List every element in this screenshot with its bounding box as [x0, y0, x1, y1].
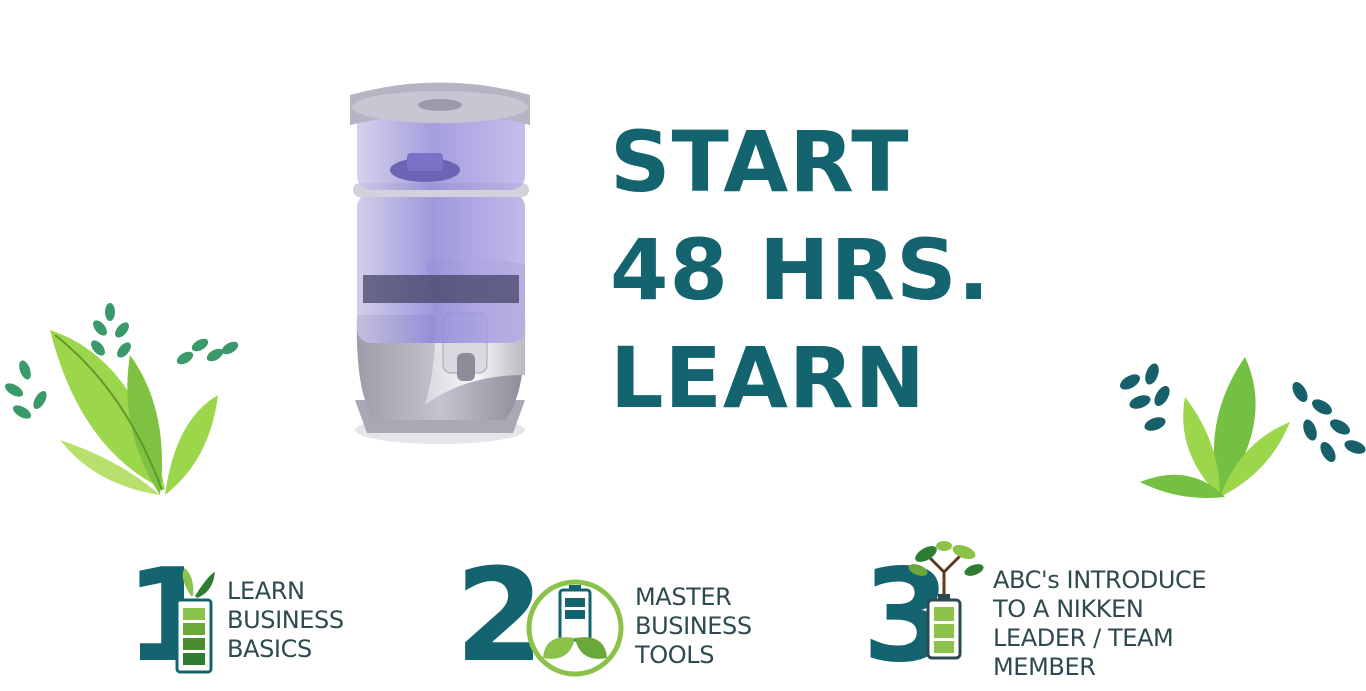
headline: START 48 HRS. LEARN [610, 108, 991, 432]
step-1-text: LEARN BUSINESS BASICS [227, 577, 344, 664]
step-2-line-3: TOOLS [635, 641, 715, 669]
battery-tree-icon [908, 541, 984, 660]
headline-line-1: START [610, 113, 910, 211]
step-3: 3 ABC's INTRODUCE TO A NIKKEN LEADER / T… [862, 540, 1242, 685]
step-1: 1 LEARN BUSINESS BASICS [125, 552, 365, 685]
step-3-text: ABC's INTRODUCE TO A NIKKEN LEADER / TEA… [993, 566, 1207, 682]
plant-left-icon [4, 303, 239, 495]
step-2: 2 MASTER BUSINESS TOOLS [455, 552, 775, 685]
step-2-line-1: MASTER [635, 583, 732, 611]
headline-line-2: 48 HRS. [610, 221, 991, 319]
step-3-line-3: LEADER / TEAM [993, 624, 1174, 652]
step-3-line-1: ABC's INTRODUCE [993, 566, 1207, 594]
step-1-line-3: BASICS [227, 635, 312, 663]
step-2-text: MASTER BUSINESS TOOLS [635, 583, 752, 670]
battery-leaf-badge-icon [526, 579, 624, 677]
step-2-line-2: BUSINESS [635, 612, 752, 640]
headline-line-3: LEARN [610, 329, 926, 427]
plant-right-icon [1120, 357, 1366, 498]
step-1-line-2: BUSINESS [227, 606, 344, 634]
step-3-line-2: TO A NIKKEN [993, 595, 1144, 623]
battery-plant-icon [175, 568, 215, 674]
water-filter-image [350, 82, 530, 444]
step-1-line-1: LEARN [227, 577, 305, 605]
step-3-line-4: MEMBER [993, 653, 1096, 681]
